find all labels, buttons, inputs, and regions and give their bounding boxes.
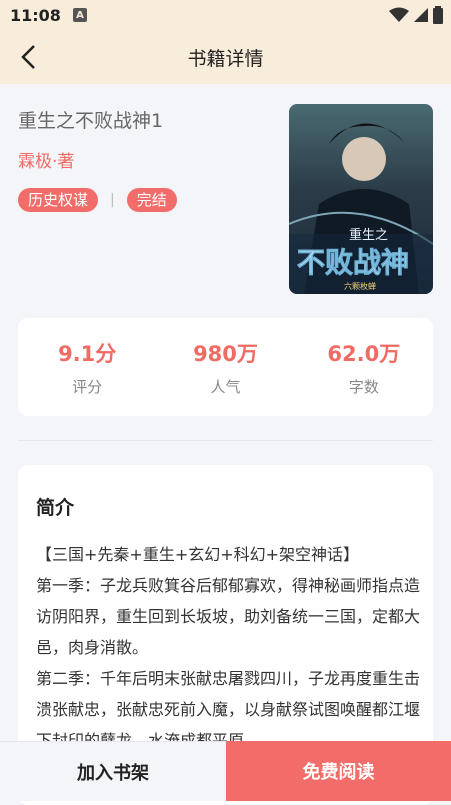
bottom-action-bar: 加入书架 免费阅读 [0, 741, 451, 801]
stat-label: 字数 [348, 377, 379, 396]
stat-word-count: 62.0万 字数 [295, 318, 433, 416]
cover-title-line2: 不败战神 [297, 246, 409, 279]
intro-paragraph: 【三国+先秦+重生+玄幻+科幻+架空神话】 [36, 545, 360, 564]
book-cover[interactable]: 重生之 不败战神 六颗枚蝉 [289, 104, 433, 294]
status-icons [389, 6, 443, 24]
status-tag: 完结 [126, 188, 177, 212]
tag-row: 历史权谋 | 完结 [18, 188, 177, 212]
header: 书籍详情 [0, 30, 451, 84]
tag-separator: | [110, 192, 115, 208]
status-bar: 11:08 A [0, 0, 451, 30]
stat-value: 9.1分 [58, 341, 117, 366]
stats-card: 9.1分 评分 980万 人气 62.0万 字数 [18, 318, 433, 416]
notification-icon: A [72, 8, 87, 22]
battery-icon [433, 6, 443, 24]
stat-rating: 9.1分 评分 [18, 318, 156, 416]
wifi-icon [389, 7, 409, 22]
intro-paragraph: 第一季：子龙兵败箕谷后郁郁寡欢，得神秘画师指点造访阴阳界，重生回到长坂坡，助刘备… [36, 576, 421, 657]
add-to-shelf-button[interactable]: 加入书架 [0, 741, 226, 801]
stat-label: 人气 [210, 377, 241, 396]
cover-publisher: 六颗枚蝉 [344, 281, 376, 291]
intro-heading: 简介 [36, 497, 75, 519]
cover-title-line1: 重生之 [349, 227, 388, 243]
status-time: 11:08 [10, 5, 61, 25]
signal-icon [414, 8, 428, 22]
intro-text: 【三国+先秦+重生+玄幻+科幻+架空神话】 第一季：子龙兵败箕谷后郁郁寡欢，得神… [36, 539, 421, 756]
book-title: 重生之不败战神1 [18, 110, 164, 132]
divider [18, 440, 433, 441]
read-free-button[interactable]: 免费阅读 [226, 741, 451, 801]
stat-label: 评分 [72, 377, 103, 396]
page-title: 书籍详情 [187, 47, 264, 70]
book-author[interactable]: 霖极·著 [18, 147, 74, 172]
stat-popularity: 980万 人气 [156, 318, 294, 416]
back-button[interactable] [14, 42, 44, 72]
category-tag[interactable]: 历史权谋 [18, 188, 99, 212]
book-info: 重生之不败战神1 霖极·著 历史权谋 | 完结 重生之 不败战神 六颗枚蝉 [0, 84, 451, 304]
chevron-left-icon [21, 45, 35, 69]
stat-value: 980万 [193, 341, 258, 366]
stat-value: 62.0万 [327, 341, 401, 366]
